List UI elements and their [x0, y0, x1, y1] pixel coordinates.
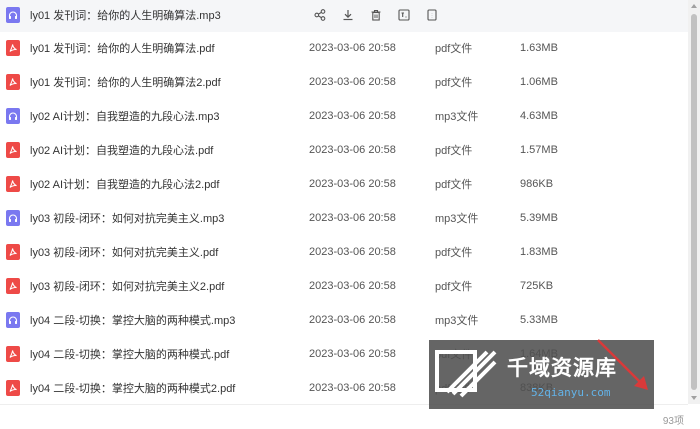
file-size: 1.06MB	[520, 76, 558, 88]
file-type: pdf文件	[435, 281, 473, 293]
file-row[interactable]: ly02 AI计划：自我塑造的九段心法.pdf 2023-03-06 20:58 p…	[0, 133, 688, 167]
file-name[interactable]: ly03 初段-闭环：如何对抗完美主义.mp3	[30, 210, 224, 226]
file-row[interactable]: ly03 初段-闭环：如何对抗完美主义.pdf 2023-03-06 20:58 p…	[0, 235, 688, 269]
file-row[interactable]: ly02 AI计划：自我塑造的九段心法.mp3 2023-03-06 20:58 m…	[0, 99, 688, 133]
pdf-file-icon	[6, 40, 20, 56]
delete-icon[interactable]	[362, 0, 390, 32]
audio-file-icon	[6, 210, 20, 226]
audio-file-icon	[6, 7, 20, 23]
pdf-file-icon	[6, 74, 20, 90]
file-name[interactable]: ly01 发刊词：给你的人生明确算法2.pdf	[30, 74, 221, 90]
file-name[interactable]: ly02 AI计划：自我塑造的九段心法2.pdf	[30, 176, 220, 192]
file-date: 2023-03-06 20:58	[309, 280, 396, 292]
file-date: 2023-03-06 20:58	[309, 246, 396, 258]
file-date: 2023-03-06 20:58	[309, 178, 396, 190]
pdf-file-icon	[6, 142, 20, 158]
file-size: 4.63MB	[520, 110, 558, 122]
file-row[interactable]: ly01 发刊词：给你的人生明确算法2.pdf 2023-03-06 20:58 p…	[0, 65, 688, 99]
vertical-scrollbar[interactable]	[688, 0, 700, 404]
file-date: 2023-03-06 20:58	[309, 314, 396, 326]
file-date: 2023-03-06 20:58	[309, 212, 396, 224]
file-row[interactable]: ly04 二段-切换：掌控大脑的两种模式.mp3 2023-03-06 20:58…	[0, 303, 688, 337]
file-name[interactable]: ly01 发刊词：给你的人生明确算法.pdf	[30, 40, 215, 56]
file-date: 2023-03-06 20:58	[309, 110, 396, 122]
pdf-file-icon	[6, 346, 20, 362]
file-type: pdf文件	[435, 43, 473, 55]
file-type: pdf文件	[435, 77, 473, 89]
file-type: mp3文件	[435, 111, 479, 123]
file-type: pdf文件	[435, 247, 473, 259]
file-size: 986KB	[520, 178, 554, 190]
file-size: 1.57MB	[520, 144, 558, 156]
file-date: 2023-03-06 20:58	[309, 348, 396, 360]
file-name[interactable]: ly01 发刊词：给你的人生明确算法.mp3	[30, 7, 221, 23]
file-row[interactable]: ly01 发刊词：给你的人生明确算法.pdf 2023-03-06 20:58 pd…	[0, 31, 688, 65]
share-icon[interactable]	[306, 0, 334, 32]
file-name[interactable]: ly04 二段-切换：掌控大脑的两种模式.mp3	[30, 312, 235, 328]
scroll-down-arrow[interactable]	[691, 396, 697, 400]
file-size: 5.33MB	[520, 314, 558, 326]
file-size: 5.39MB	[520, 212, 558, 224]
file-date: 2023-03-06 20:58	[309, 144, 396, 156]
file-name[interactable]: ly02 AI计划：自我塑造的九段心法.pdf	[30, 142, 213, 158]
file-type: mp3文件	[435, 213, 479, 225]
file-row[interactable]: ly02 AI计划：自我塑造的九段心法2.pdf 2023-03-06 20:58…	[0, 167, 688, 201]
file-date: 2023-03-06 20:58	[309, 382, 396, 394]
file-type: mp3文件	[435, 315, 479, 327]
annotation-arrow-icon	[597, 339, 648, 390]
rename-icon[interactable]	[390, 0, 418, 32]
file-date: 2023-03-06 20:58	[309, 42, 396, 54]
file-name[interactable]: ly04 二段-切换：掌控大脑的两种模式.pdf	[30, 346, 229, 362]
file-name[interactable]: ly03 初段-闭环：如何对抗完美主义.pdf	[30, 244, 218, 260]
file-date: 2023-03-06 20:58	[309, 76, 396, 88]
file-row[interactable]: ly03 初段-闭环：如何对抗完美主义.mp3 2023-03-06 20:58 m…	[0, 201, 688, 235]
pdf-file-icon	[6, 278, 20, 294]
file-name[interactable]: ly03 初段-闭环：如何对抗完美主义2.pdf	[30, 278, 224, 294]
scroll-thumb[interactable]	[691, 14, 697, 390]
file-size: 1.83MB	[520, 246, 558, 258]
file-size: 725KB	[520, 280, 554, 292]
file-row[interactable]: ly01 发刊词：给你的人生明确算法.mp3	[0, 0, 688, 32]
file-size: 1.63MB	[520, 42, 558, 54]
pdf-file-icon	[6, 244, 20, 260]
file-name[interactable]: ly02 AI计划：自我塑造的九段心法.mp3	[30, 108, 219, 124]
watermark-logo-icon	[435, 350, 497, 398]
pdf-file-icon	[6, 176, 20, 192]
audio-file-icon	[6, 312, 20, 328]
file-row[interactable]: ly03 初段-闭环：如何对抗完美主义2.pdf 2023-03-06 20:58…	[0, 269, 688, 303]
scroll-up-arrow[interactable]	[691, 4, 697, 8]
file-name[interactable]: ly04 二段-切换：掌控大脑的两种模式2.pdf	[30, 380, 235, 396]
item-count: 93项	[662, 416, 684, 427]
pdf-file-icon	[6, 380, 20, 396]
audio-file-icon	[6, 108, 20, 124]
file-type: pdf文件	[435, 145, 473, 157]
row-actions	[306, 0, 446, 32]
download-icon[interactable]	[334, 0, 362, 32]
file-type: pdf文件	[435, 179, 473, 191]
more-icon[interactable]	[418, 0, 446, 32]
